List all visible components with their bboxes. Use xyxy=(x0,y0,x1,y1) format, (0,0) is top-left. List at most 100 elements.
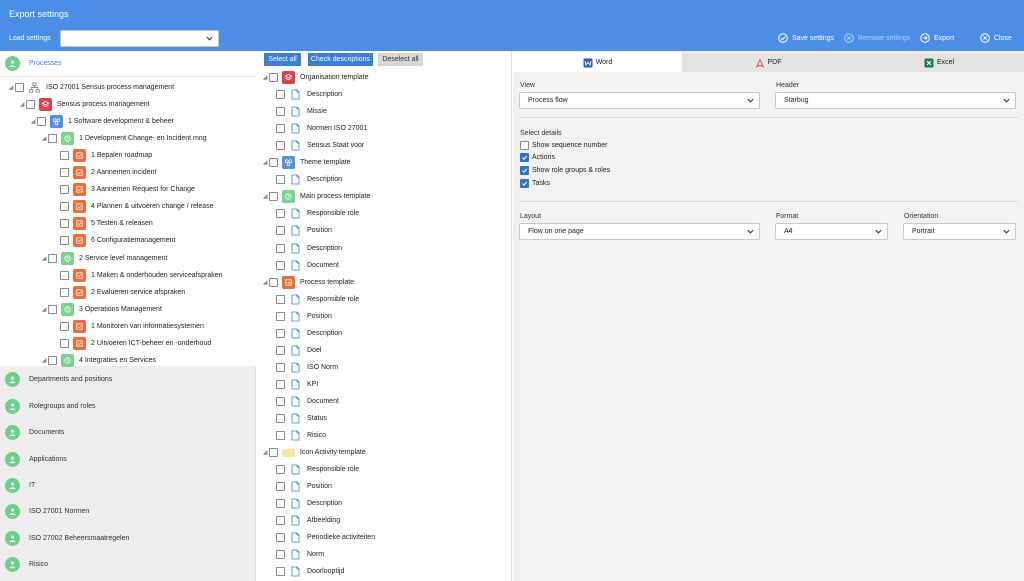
section-departments-and-positions[interactable]: Departments and positions xyxy=(0,366,256,392)
save-settings-button[interactable]: Save settings xyxy=(778,31,834,45)
row-checkbox[interactable] xyxy=(60,151,69,161)
field-checkbox[interactable] xyxy=(276,396,285,406)
template-field-row[interactable]: Periodieke activiteiten xyxy=(276,529,375,546)
tab-word[interactable]: Word xyxy=(513,53,682,72)
template-field-row[interactable]: Responsible role xyxy=(276,461,359,478)
field-checkbox[interactable] xyxy=(276,362,285,372)
expand-toggle-icon[interactable]: ◢ xyxy=(40,255,48,262)
template-field-row[interactable]: Missie xyxy=(276,103,327,120)
row-checkbox[interactable] xyxy=(60,338,69,348)
field-checkbox[interactable] xyxy=(276,516,285,526)
expand-toggle-icon[interactable]: ◢ xyxy=(261,279,269,286)
template-row[interactable]: ◢ Theme template xyxy=(261,154,351,171)
section-applications[interactable]: Applications xyxy=(0,446,256,472)
template-field-row[interactable]: Description xyxy=(276,86,342,103)
row-checkbox[interactable] xyxy=(60,321,69,331)
tree-row[interactable]: ◢ 1 Software development & beheer xyxy=(29,113,174,130)
field-checkbox[interactable] xyxy=(276,328,285,338)
field-checkbox[interactable] xyxy=(276,226,285,236)
template-row[interactable]: ◢ Process template xyxy=(261,274,354,291)
field-checkbox[interactable] xyxy=(276,414,285,423)
row-checkbox[interactable] xyxy=(60,185,69,195)
tree-row[interactable]: 5 Testen & releasen xyxy=(50,215,153,232)
section-iso-27002-beheersmaatregelen[interactable]: ISO 27002 Beheersmaatregelen xyxy=(0,525,256,551)
template-field-row[interactable]: Afbeelding xyxy=(276,512,340,529)
expand-toggle-icon[interactable]: ◢ xyxy=(29,118,37,125)
template-field-row[interactable]: ISO Norm xyxy=(276,359,338,376)
detail-option[interactable]: Actions xyxy=(520,152,555,164)
expand-toggle-icon[interactable]: ◢ xyxy=(40,135,48,142)
field-checkbox[interactable] xyxy=(276,533,285,543)
tree-row[interactable]: ◢ Sensus process management xyxy=(18,96,150,113)
field-checkbox[interactable] xyxy=(276,379,285,389)
template-row[interactable]: ◢ Main process template xyxy=(261,188,370,205)
header-select[interactable]: Starbug xyxy=(775,92,1016,109)
close-button[interactable]: Close xyxy=(980,31,1012,45)
template-field-row[interactable]: Norm xyxy=(276,546,324,563)
row-checkbox[interactable] xyxy=(60,168,69,178)
row-checkbox[interactable] xyxy=(48,355,57,365)
tree-row[interactable]: 3 Aannemen Request for Change xyxy=(50,181,195,198)
expand-toggle-icon[interactable]: ◢ xyxy=(40,357,48,364)
expand-toggle-icon[interactable]: ◢ xyxy=(18,101,26,108)
tree-row[interactable]: 2 Evalueren service afspraken xyxy=(50,284,185,301)
template-field-row[interactable]: Description xyxy=(276,495,342,512)
template-field-row[interactable]: Doorlooptijd xyxy=(276,563,344,580)
detail-checkbox[interactable] xyxy=(520,153,529,163)
expand-toggle-icon[interactable]: ◢ xyxy=(40,306,48,313)
expand-toggle-icon[interactable]: ◢ xyxy=(7,84,15,91)
field-checkbox[interactable] xyxy=(276,141,285,151)
tree-row[interactable]: ◢ 3 Operations Management xyxy=(40,301,162,318)
detail-checkbox[interactable] xyxy=(520,178,529,188)
format-select[interactable]: A4 xyxy=(775,223,888,240)
field-checkbox[interactable] xyxy=(276,431,285,441)
detail-checkbox[interactable] xyxy=(520,166,529,176)
field-checkbox[interactable] xyxy=(276,243,285,253)
template-field-row[interactable]: Responsible role xyxy=(276,291,359,308)
template-field-row[interactable]: Description xyxy=(276,240,342,257)
field-checkbox[interactable] xyxy=(276,311,285,321)
row-checkbox[interactable] xyxy=(48,304,57,314)
row-checkbox[interactable] xyxy=(60,202,69,212)
field-checkbox[interactable] xyxy=(276,175,285,185)
tree-row[interactable]: 1 Maken & onderhouden serviceafspraken xyxy=(50,267,223,284)
detail-option[interactable]: Show role groups & roles xyxy=(520,165,610,177)
template-field-row[interactable]: Document xyxy=(276,257,339,274)
tree-row[interactable]: 2 Aannemen incident xyxy=(50,164,156,181)
template-field-row[interactable]: Normen ISO 27001 xyxy=(276,120,367,137)
section-processes[interactable]: Processes xyxy=(0,51,256,77)
section-documents[interactable]: Documents xyxy=(0,419,256,445)
field-checkbox[interactable] xyxy=(276,209,285,219)
view-select[interactable]: Process flow xyxy=(519,92,760,109)
tree-row[interactable]: 4 Plannen & uitvoeren change / release xyxy=(50,198,214,215)
row-checkbox[interactable] xyxy=(37,117,46,127)
detail-checkbox[interactable] xyxy=(520,140,529,150)
expand-toggle-icon[interactable]: ◢ xyxy=(261,449,269,456)
template-field-row[interactable]: KPI xyxy=(276,376,318,393)
tree-row[interactable]: 6 Configuratiemanagement xyxy=(50,232,175,249)
row-checkbox[interactable] xyxy=(48,253,57,263)
field-checkbox[interactable] xyxy=(276,550,285,560)
detail-option[interactable]: Tasks xyxy=(520,177,550,189)
template-field-row[interactable]: Risico xyxy=(276,427,326,444)
template-field-row[interactable]: Position xyxy=(276,478,332,495)
template-field-row[interactable]: Sensus Staat voor xyxy=(276,137,364,154)
template-checkbox[interactable] xyxy=(269,73,278,82)
field-checkbox[interactable] xyxy=(276,124,285,134)
layout-select[interactable]: Flow on one page xyxy=(519,223,760,240)
template-field-row[interactable]: Position xyxy=(276,308,332,325)
expand-toggle-icon[interactable]: ◢ xyxy=(261,193,269,200)
template-field-row[interactable]: Position xyxy=(276,222,332,239)
template-checkbox[interactable] xyxy=(269,192,278,202)
tree-row[interactable]: ◢ 1 Development Change- en Incident mng xyxy=(40,130,207,147)
field-checkbox[interactable] xyxy=(276,567,285,577)
row-checkbox[interactable] xyxy=(60,219,69,229)
section-rolegroups-and-roles[interactable]: Rolegroups and roles xyxy=(0,393,256,419)
field-checkbox[interactable] xyxy=(276,465,285,475)
field-checkbox[interactable] xyxy=(276,90,285,100)
check-descriptions-button[interactable]: Check descriptions xyxy=(308,53,373,66)
template-checkbox[interactable] xyxy=(269,158,278,168)
template-field-row[interactable]: Document xyxy=(276,393,339,410)
template-field-row[interactable]: Doel xyxy=(276,342,321,359)
tree-row[interactable]: ◢ ISO 27001 Sensus process management xyxy=(7,79,174,96)
